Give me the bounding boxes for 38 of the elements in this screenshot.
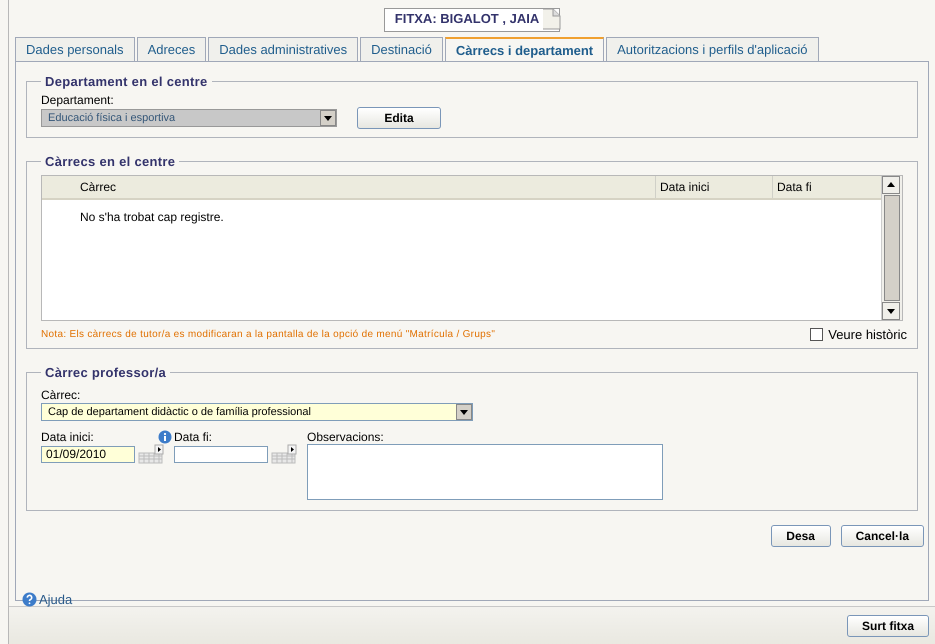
calendar-icon[interactable] (271, 444, 297, 464)
column-header: Data inici (656, 176, 773, 198)
page-title: FITXA: BIGALOT , JAIA (384, 8, 560, 32)
field-label: Observacions: (307, 429, 385, 444)
action-button[interactable]: Cancel·la (840, 525, 924, 547)
scroll-down-icon[interactable] (882, 302, 900, 320)
exit-button[interactable]: Surt fitxa (846, 614, 929, 636)
help-icon (22, 592, 37, 607)
charge-dropdown[interactable]: Cap de departament didàctic o de família professional (41, 403, 473, 421)
help-link[interactable]: Ajuda (22, 592, 72, 607)
field-label: Data inici: (41, 429, 95, 444)
tab[interactable]: Càrrecs i departament (444, 37, 604, 62)
column-header: Càrrec (42, 176, 656, 198)
empty-message: No s'ha trobat cap registre. (79, 209, 225, 224)
page-corner-icon (543, 8, 562, 30)
tab[interactable]: Autoritzacions i perfils d'aplicació (606, 37, 818, 61)
column-header: Data fi (776, 179, 813, 196)
tab[interactable]: Adreces (136, 37, 206, 61)
tab[interactable]: Dades personals (15, 37, 135, 61)
end-date-field[interactable] (174, 446, 268, 462)
action-button[interactable]: Desa (770, 525, 831, 547)
tab[interactable]: Destinació (360, 37, 443, 61)
start-date-field[interactable]: 01/09/2010 (41, 446, 135, 462)
calendar-icon[interactable] (138, 444, 164, 464)
section-title: Càrrecs en el centre (44, 154, 176, 169)
section-title: Càrrec professor/a (44, 365, 168, 380)
history-checkbox[interactable]: Veure històric (810, 327, 907, 342)
field-label: Departament: (41, 93, 115, 107)
note-text: Nota: Els càrrecs de tutor/a es modificaran a la pantalla de la opció de menú "Matrícula / Grups" (41, 329, 496, 340)
field-label: Data fi: (174, 430, 212, 444)
tab[interactable]: Dades administratives (208, 37, 358, 61)
department-dropdown: Educació física i esportiva (41, 109, 337, 127)
info-icon (158, 430, 172, 444)
section-title: Departament en el centre (44, 74, 209, 89)
scrollbar[interactable] (881, 176, 902, 320)
notes-field[interactable] (307, 444, 663, 500)
field-label: Càrrec: (41, 388, 82, 402)
scroll-up-icon[interactable] (882, 176, 900, 194)
